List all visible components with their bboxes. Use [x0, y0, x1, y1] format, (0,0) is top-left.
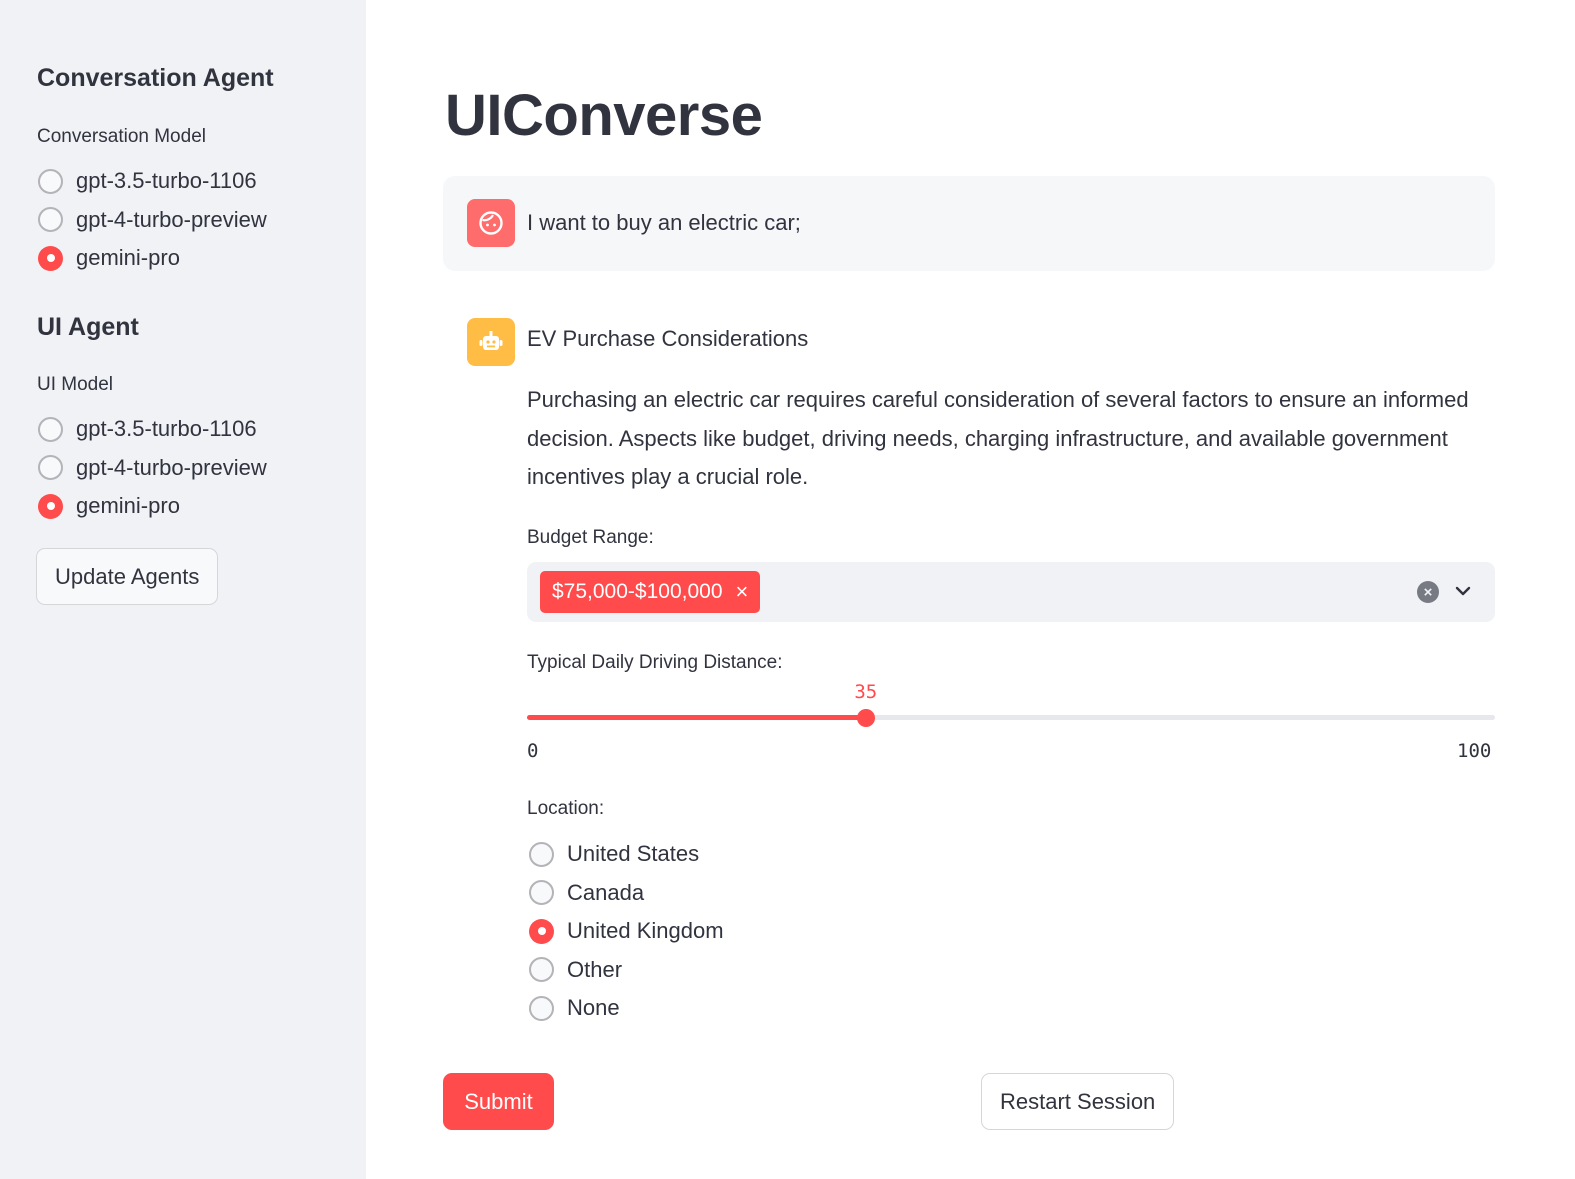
option-label: Other	[567, 956, 623, 982]
option-label: gpt-4-turbo-preview	[76, 206, 267, 232]
radio-button[interactable]	[38, 455, 63, 481]
conversation-model-option[interactable]: gpt-3.5-turbo-1106	[38, 162, 267, 201]
driving-distance-slider[interactable]: 35	[527, 681, 1495, 727]
ui-model-option[interactable]: gpt-3.5-turbo-1106	[38, 410, 267, 449]
option-label: gemini-pro	[76, 493, 180, 519]
conversation-model-option[interactable]: gpt-4-turbo-preview	[38, 201, 267, 240]
location-option[interactable]: United States	[529, 835, 724, 874]
user-message-text: I want to buy an electric car;	[527, 210, 801, 235]
option-label: None	[567, 995, 620, 1021]
sidebar: Conversation Agent Conversation Model gp…	[0, 0, 366, 1179]
location-label: Location:	[527, 798, 605, 819]
restart-session-button[interactable]: Restart Session	[981, 1073, 1175, 1130]
option-label: United States	[567, 841, 700, 867]
radio-button[interactable]	[529, 957, 554, 983]
radio-button[interactable]	[38, 207, 63, 233]
radio-button[interactable]	[38, 416, 63, 442]
slider-max-label: 100	[1457, 740, 1492, 762]
page-title: UIConverse	[445, 83, 763, 148]
slider-value-label: 35	[854, 681, 878, 703]
option-label: gpt-3.5-turbo-1106	[76, 168, 257, 194]
option-label: gpt-4-turbo-preview	[76, 454, 267, 480]
location-radio-group: United States Canada United Kingdom Othe…	[529, 835, 724, 1028]
clear-all-icon[interactable]: ×	[1417, 581, 1439, 603]
conversation-model-option[interactable]: gemini-pro	[38, 239, 267, 278]
slider-fill	[527, 715, 866, 720]
assistant-message-paragraph: Purchasing an electric car requires care…	[527, 387, 1469, 489]
location-option[interactable]: United Kingdom	[529, 912, 724, 951]
remove-tag-icon[interactable]: ×	[736, 579, 749, 605]
budget-tag: $75,000-$100,000 ×	[540, 571, 761, 613]
radio-button[interactable]	[529, 995, 554, 1021]
assistant-message-heading: EV Purchase Considerations	[527, 326, 809, 351]
location-option[interactable]: Canada	[529, 874, 724, 913]
ui-model-option[interactable]: gemini-pro	[38, 487, 267, 526]
ui-model-option[interactable]: gpt-4-turbo-preview	[38, 449, 267, 488]
ui-agent-heading: UI Agent	[37, 313, 139, 341]
conversation-model-radio-group: gpt-3.5-turbo-1106 gpt-4-turbo-preview g…	[38, 162, 267, 278]
location-option[interactable]: None	[529, 989, 724, 1028]
robot-icon	[467, 318, 515, 366]
conversation-model-label: Conversation Model	[37, 126, 206, 147]
radio-button-selected[interactable]	[38, 493, 63, 519]
option-label: gemini-pro	[76, 245, 180, 271]
update-agents-button[interactable]: Update Agents	[36, 548, 219, 605]
radio-button[interactable]	[529, 880, 554, 906]
radio-button[interactable]	[38, 168, 63, 194]
user-face-icon	[467, 199, 515, 247]
option-label: United Kingdom	[567, 918, 724, 944]
driving-distance-label: Typical Daily Driving Distance:	[527, 652, 783, 673]
radio-button[interactable]	[529, 841, 554, 867]
slider-min-label: 0	[527, 740, 539, 762]
option-label: gpt-3.5-turbo-1106	[76, 416, 257, 442]
slider-thumb[interactable]	[856, 709, 875, 727]
ui-model-label: UI Model	[37, 374, 114, 395]
option-label: Canada	[567, 879, 645, 905]
ui-model-radio-group: gpt-3.5-turbo-1106 gpt-4-turbo-preview g…	[38, 410, 267, 526]
submit-button[interactable]: Submit	[443, 1073, 554, 1130]
radio-button-selected[interactable]	[529, 918, 554, 944]
budget-range-multiselect[interactable]: $75,000-$100,000 × ×	[527, 562, 1495, 622]
location-option[interactable]: Other	[529, 951, 724, 990]
chevron-down-icon[interactable]	[1454, 582, 1472, 600]
budget-range-label: Budget Range:	[527, 527, 654, 548]
user-chat-message: I want to buy an electric car;	[443, 176, 1495, 271]
conversation-agent-heading: Conversation Agent	[37, 64, 274, 92]
radio-button-selected[interactable]	[38, 245, 63, 271]
budget-tag-label: $75,000-$100,000	[552, 580, 723, 603]
